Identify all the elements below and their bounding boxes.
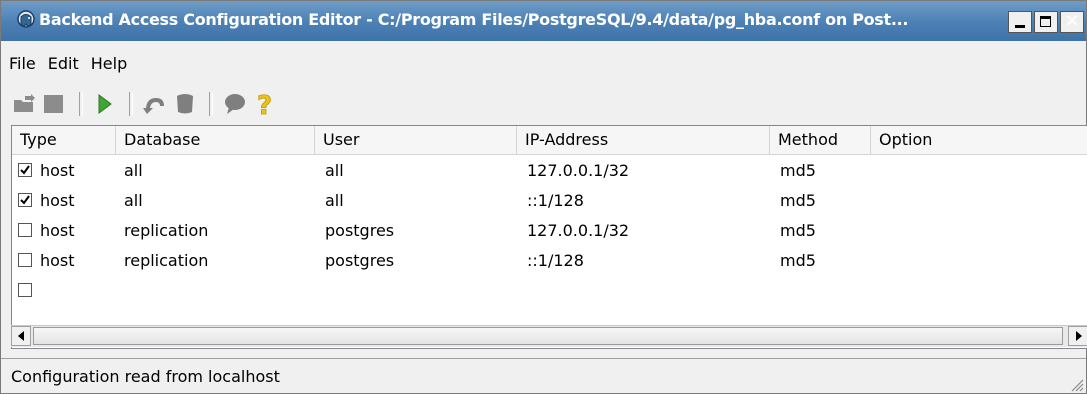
cell-database[interactable]: all <box>124 186 143 216</box>
checkmark-icon <box>20 165 30 175</box>
row-enabled-checkbox[interactable] <box>18 223 32 237</box>
cell-database[interactable]: replication <box>124 216 208 246</box>
cell-database[interactable]: all <box>124 156 143 186</box>
open-icon <box>14 94 35 112</box>
toolbar-separator <box>209 92 213 116</box>
table-row[interactable]: host all all::1/128 md5 <box>12 186 1087 216</box>
scroll-right-button[interactable] <box>1068 326 1087 346</box>
cell-type[interactable]: host <box>40 186 75 216</box>
window-controls: ✕ <box>1008 11 1084 33</box>
toolbar: ? <box>11 87 281 121</box>
cell-method[interactable]: md5 <box>780 186 816 216</box>
hint-button[interactable] <box>221 90 249 118</box>
menu-file[interactable]: File <box>1 51 42 77</box>
cell-type[interactable]: host <box>40 246 75 276</box>
resize-grip-icon[interactable] <box>1068 376 1084 392</box>
row-enabled-checkbox[interactable] <box>18 193 32 207</box>
save-button[interactable] <box>41 90 69 118</box>
row-enabled-checkbox[interactable] <box>18 253 32 267</box>
delete-button[interactable] <box>171 90 199 118</box>
cell-method[interactable]: md5 <box>780 156 816 186</box>
app-window: Backend Access Configuration Editor - C:… <box>0 0 1087 394</box>
title-bar[interactable]: Backend Access Configuration Editor - C:… <box>1 1 1086 41</box>
row-enabled-checkbox[interactable] <box>18 283 32 297</box>
scrollbar-thumb[interactable] <box>33 327 1063 345</box>
column-header-method[interactable]: Method <box>770 126 871 154</box>
column-header-ip-address[interactable]: IP-Address <box>517 126 770 154</box>
scroll-left-button[interactable] <box>11 326 31 346</box>
cell-user[interactable]: all <box>325 156 344 186</box>
toolbar-separator <box>79 92 83 116</box>
close-button[interactable]: ✕ <box>1060 11 1084 33</box>
hba-entries-table: Type Database User IP-Address Method Opt… <box>11 125 1087 349</box>
table-row[interactable]: host replication postgres 127.0.0.1/32 md5 <box>12 216 1087 246</box>
cell-ip[interactable]: 127.0.0.1/32 <box>527 216 629 246</box>
window-title: Backend Access Configuration Editor - C:… <box>39 10 909 29</box>
undo-button[interactable] <box>141 90 169 118</box>
cell-ip[interactable]: 127.0.0.1/32 <box>527 156 629 186</box>
cell-user[interactable]: postgres <box>325 216 394 246</box>
cell-user[interactable]: postgres <box>325 246 394 276</box>
cell-method[interactable]: md5 <box>780 216 816 246</box>
table-row[interactable] <box>12 276 1087 306</box>
cell-ip[interactable]: ::1/128 <box>527 186 584 216</box>
column-header-database[interactable]: Database <box>116 126 315 154</box>
status-text: Configuration read from localhost <box>11 367 280 386</box>
cell-ip[interactable]: ::1/128 <box>527 246 584 276</box>
save-icon <box>44 95 63 113</box>
undo-icon <box>143 98 164 114</box>
run-button[interactable] <box>91 90 119 118</box>
scroll-left-arrow-icon <box>18 331 24 341</box>
status-bar: Configuration read from localhost <box>1 358 1086 394</box>
cell-type[interactable]: host <box>40 156 75 186</box>
column-header-user[interactable]: User <box>315 126 517 154</box>
delete-icon <box>177 94 193 114</box>
help-icon: ? <box>257 91 273 122</box>
run-icon <box>98 94 112 114</box>
column-header-option[interactable]: Option <box>871 126 1087 154</box>
hint-icon <box>225 94 245 114</box>
horizontal-scrollbar[interactable] <box>11 325 1087 347</box>
table-row[interactable]: host all all 127.0.0.1/32 md5 <box>12 156 1087 186</box>
menu-bar: File Edit Help <box>1 51 133 77</box>
menu-edit[interactable]: Edit <box>42 51 85 77</box>
open-button[interactable] <box>11 90 39 118</box>
scroll-right-arrow-icon <box>1076 331 1082 341</box>
menu-help[interactable]: Help <box>85 51 133 77</box>
cell-type[interactable]: host <box>40 216 75 246</box>
table-header: Type Database User IP-Address Method Opt… <box>12 126 1087 155</box>
postgresql-elephant-icon <box>17 10 35 28</box>
cell-method[interactable]: md5 <box>780 246 816 276</box>
maximize-button[interactable] <box>1034 11 1058 33</box>
row-enabled-checkbox[interactable] <box>18 163 32 177</box>
checkmark-icon <box>20 195 30 205</box>
svg-text:?: ? <box>257 91 272 118</box>
cell-database[interactable]: replication <box>124 246 208 276</box>
table-row[interactable]: host replication postgres::1/128 md5 <box>12 246 1087 276</box>
minimize-button[interactable] <box>1008 11 1032 33</box>
cell-user[interactable]: all <box>325 186 344 216</box>
column-header-type[interactable]: Type <box>12 126 116 154</box>
toolbar-separator <box>129 92 133 116</box>
help-button[interactable]: ? <box>251 90 279 122</box>
